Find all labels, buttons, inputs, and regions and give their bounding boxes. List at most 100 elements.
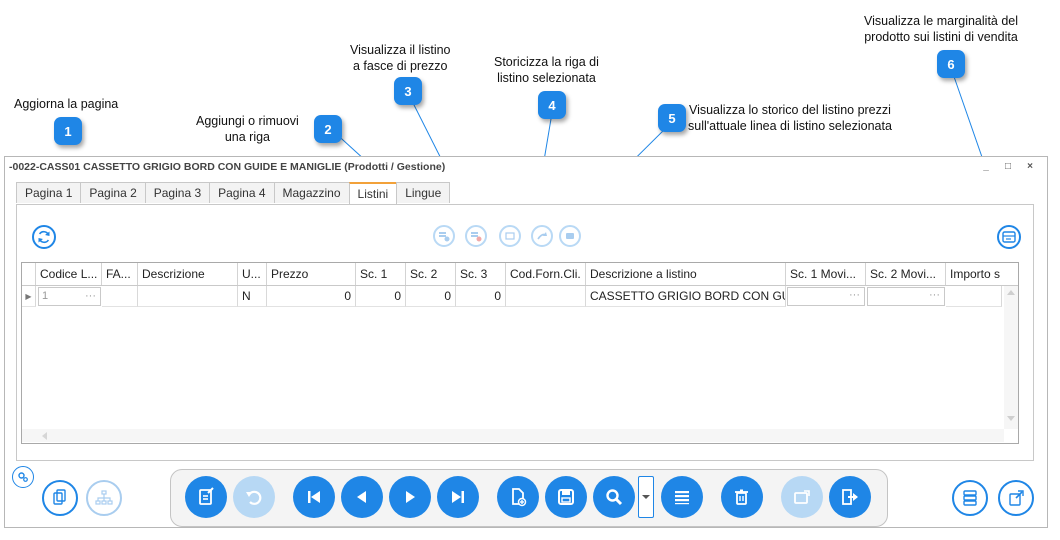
row-sc1[interactable]: 0 bbox=[356, 286, 406, 307]
row-descrizione-listino[interactable]: CASSETTO GRIGIO BORD CON GU... bbox=[586, 286, 786, 307]
col-u[interactable]: U... bbox=[238, 263, 267, 285]
remove-row-button[interactable] bbox=[465, 225, 487, 247]
callout-6-line2: prodotto sui listini di vendita bbox=[864, 30, 1018, 44]
open-document-icon bbox=[1009, 490, 1024, 506]
callout-4-line1: Storicizza la riga di bbox=[494, 55, 599, 69]
col-cod-forn-cli[interactable]: Cod.Forn.Cli. bbox=[506, 263, 586, 285]
hierarchy-icon bbox=[95, 490, 113, 505]
open-button[interactable] bbox=[998, 480, 1034, 516]
callout-4-text: Storicizza la riga di listino selezionat… bbox=[494, 54, 599, 86]
search-button[interactable] bbox=[593, 476, 635, 518]
tab-lingue[interactable]: Lingue bbox=[396, 182, 451, 203]
col-descrizione[interactable]: Descrizione bbox=[138, 263, 238, 285]
col-sc2-movi[interactable]: Sc. 2 Movi... bbox=[866, 263, 946, 285]
export-button[interactable] bbox=[781, 476, 823, 518]
maximize-button[interactable]: □ bbox=[999, 158, 1017, 174]
callout-6-badge: 6 bbox=[937, 50, 965, 78]
col-importo[interactable]: Importo s bbox=[946, 263, 1004, 285]
tab-pagina-4[interactable]: Pagina 4 bbox=[209, 182, 275, 203]
row-sc2[interactable]: 0 bbox=[406, 286, 456, 307]
search-dropdown-button[interactable] bbox=[638, 476, 654, 518]
horizontal-scrollbar[interactable] bbox=[22, 429, 1004, 442]
history-button[interactable] bbox=[559, 225, 581, 247]
callout-3-text: Visualizza il listino a fasce di prezzo bbox=[350, 42, 451, 74]
tab-magazzino[interactable]: Magazzino bbox=[273, 182, 350, 203]
callout-2-line1: Aggiungi o rimuovi bbox=[196, 114, 299, 128]
row-indicator-header bbox=[22, 263, 36, 285]
callout-3-badge: 3 bbox=[394, 77, 422, 105]
edit-button[interactable] bbox=[185, 476, 227, 518]
row-sc2-movi-field[interactable]: ··· bbox=[867, 287, 945, 306]
callout-3-line1: Visualizza il listino bbox=[350, 43, 451, 57]
callout-5-badge: 5 bbox=[658, 104, 686, 132]
row-codice-value: 1 bbox=[42, 290, 49, 302]
row-sc1-movi-field[interactable]: ··· bbox=[787, 287, 865, 306]
hierarchy-button[interactable] bbox=[86, 480, 122, 516]
historicize-button[interactable] bbox=[531, 225, 553, 247]
scroll-left-icon[interactable] bbox=[42, 432, 47, 440]
refresh-button[interactable] bbox=[32, 225, 56, 249]
last-icon bbox=[452, 491, 464, 503]
new-document-icon bbox=[512, 488, 527, 507]
exit-button[interactable] bbox=[829, 476, 871, 518]
col-sc2[interactable]: Sc. 2 bbox=[406, 263, 456, 285]
callout-4-line2: listino selezionata bbox=[497, 71, 596, 85]
history-icon bbox=[566, 233, 574, 239]
row-sc3[interactable]: 0 bbox=[456, 286, 506, 307]
tab-listini[interactable]: Listini bbox=[348, 182, 398, 206]
new-record-button[interactable] bbox=[497, 476, 539, 518]
list-view-button[interactable] bbox=[661, 476, 703, 518]
col-sc1[interactable]: Sc. 1 bbox=[356, 263, 406, 285]
tab-pagina-3[interactable]: Pagina 3 bbox=[144, 182, 211, 203]
row-prezzo[interactable]: 0 bbox=[267, 286, 356, 307]
row-descrizione[interactable] bbox=[138, 286, 238, 307]
scroll-up-icon[interactable] bbox=[1007, 290, 1015, 295]
delete-button[interactable] bbox=[721, 476, 763, 518]
col-descrizione-listino[interactable]: Descrizione a listino bbox=[586, 263, 786, 285]
close-button[interactable]: × bbox=[1021, 158, 1039, 174]
tab-pagina-1[interactable]: Pagina 1 bbox=[16, 182, 82, 203]
scroll-down-icon[interactable] bbox=[1007, 416, 1015, 421]
price-bands-icon bbox=[505, 232, 515, 240]
row-indicator[interactable]: ▶ bbox=[22, 286, 36, 307]
bottom-toolbar bbox=[170, 469, 888, 527]
row-fa[interactable] bbox=[102, 286, 138, 307]
tab-pagina-2[interactable]: Pagina 2 bbox=[80, 182, 146, 203]
col-sc1-movi[interactable]: Sc. 1 Movi... bbox=[786, 263, 866, 285]
previous-record-button[interactable] bbox=[341, 476, 383, 518]
add-row-button[interactable] bbox=[433, 225, 455, 247]
last-record-button[interactable] bbox=[437, 476, 479, 518]
margins-icon bbox=[1002, 231, 1016, 243]
row-codice-field[interactable]: 1 ··· bbox=[38, 287, 101, 306]
copy-button[interactable] bbox=[42, 480, 78, 516]
callout-6-text: Visualizza le marginalità del prodotto s… bbox=[864, 13, 1018, 45]
stack-icon bbox=[963, 490, 977, 506]
row-importo[interactable] bbox=[946, 286, 1002, 307]
minimize-button[interactable]: _ bbox=[977, 158, 995, 174]
callout-1-badge: 1 bbox=[54, 117, 82, 145]
save-button[interactable] bbox=[545, 476, 587, 518]
chevron-down-icon bbox=[642, 495, 650, 499]
row-u[interactable]: N bbox=[238, 286, 267, 307]
price-bands-button[interactable] bbox=[499, 225, 521, 247]
col-fa[interactable]: FA... bbox=[102, 263, 138, 285]
row-cod-forn-cli[interactable] bbox=[506, 286, 586, 307]
historicize-icon bbox=[537, 232, 547, 240]
search-icon bbox=[606, 489, 623, 506]
callout-3-line2: a fasce di prezzo bbox=[353, 59, 448, 73]
vertical-scrollbar[interactable] bbox=[1004, 286, 1018, 429]
callout-2-line2: una riga bbox=[224, 130, 271, 144]
col-prezzo[interactable]: Prezzo bbox=[267, 263, 356, 285]
listini-view-button[interactable] bbox=[952, 480, 988, 516]
next-record-button[interactable] bbox=[389, 476, 431, 518]
margins-button[interactable] bbox=[997, 225, 1021, 249]
col-codice-l[interactable]: Codice L... bbox=[36, 263, 102, 285]
settings-button[interactable] bbox=[12, 466, 34, 488]
col-sc3[interactable]: Sc. 3 bbox=[456, 263, 506, 285]
first-record-button[interactable] bbox=[293, 476, 335, 518]
undo-button[interactable] bbox=[233, 476, 275, 518]
callout-6-line1: Visualizza le marginalità del bbox=[864, 14, 1019, 28]
undo-icon bbox=[246, 490, 262, 505]
remove-row-icon bbox=[471, 232, 482, 242]
window-titlebar: -0022-CASS01 CASSETTO GRIGIO BORD CON GU… bbox=[5, 157, 1047, 177]
